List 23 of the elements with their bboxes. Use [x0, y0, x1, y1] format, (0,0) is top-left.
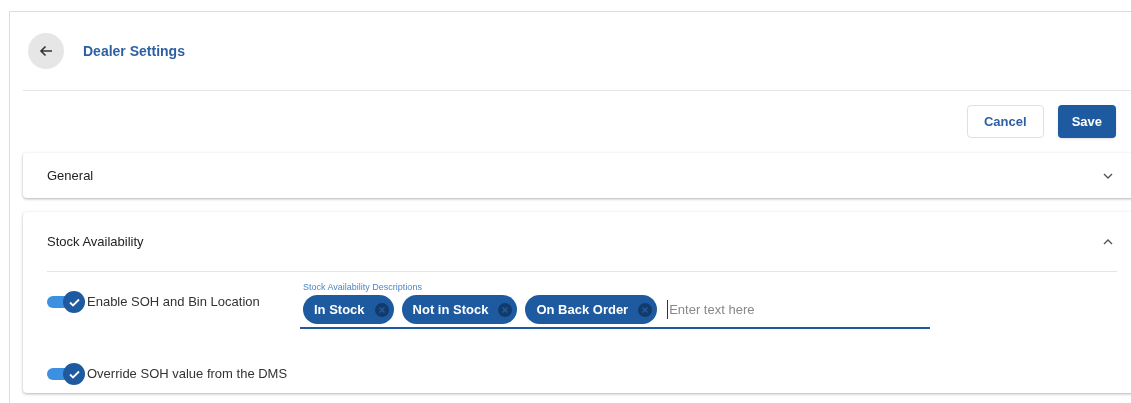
cancel-button[interactable]: Cancel: [967, 105, 1044, 138]
panel-title: Stock Availability: [47, 232, 144, 251]
toggle-switch[interactable]: [47, 291, 85, 313]
toggle-switch[interactable]: [47, 363, 85, 385]
chevron-down-icon: [1103, 172, 1113, 179]
chip: Not in Stock: [401, 295, 518, 324]
chip: On Back Order: [525, 295, 658, 324]
panel-header[interactable]: Stock Availability: [23, 212, 1131, 271]
field-label: Stock Availability Descriptions: [303, 281, 423, 293]
check-icon: [68, 297, 80, 307]
page-title: Dealer Settings: [83, 41, 185, 61]
toggle-label: Enable SOH and Bin Location: [87, 293, 260, 312]
panel-header[interactable]: General: [23, 153, 1131, 198]
chip: In Stock: [303, 295, 394, 324]
check-icon: [68, 369, 80, 379]
toggle-label: Override SOH value from the DMS: [87, 365, 288, 384]
panel-title: General: [47, 166, 94, 185]
back-button[interactable]: [28, 33, 64, 69]
save-button[interactable]: Save: [1057, 105, 1116, 138]
text-input[interactable]: Enter text here: [667, 299, 868, 320]
back-arrow-icon: [39, 45, 53, 57]
chevron-up-icon: [1103, 238, 1113, 245]
chips-input-field[interactable]: Stock Availability Descriptions In Stock Not in Stock On Back Order Enter text here: [300, 281, 930, 329]
